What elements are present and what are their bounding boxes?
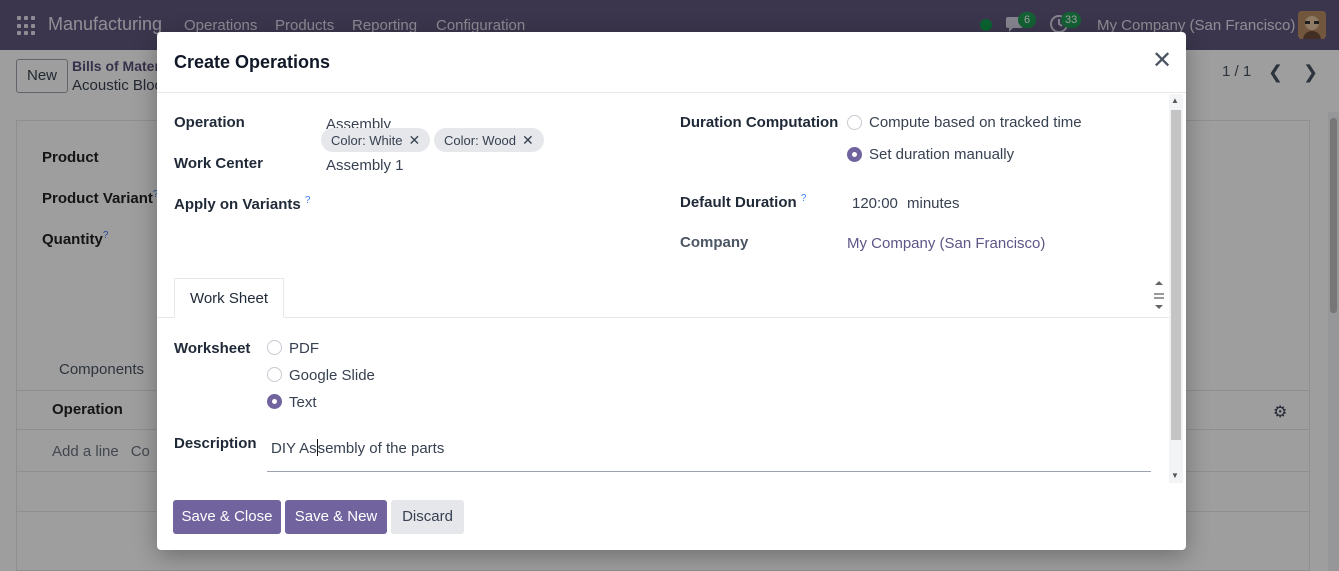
create-operations-dialog: Create Operations ✕ Operation Assembly W… xyxy=(157,32,1186,550)
duration-computation-label: Duration Computation xyxy=(680,114,839,131)
work-center-label: Work Center xyxy=(174,155,263,172)
save-new-button[interactable]: Save & New xyxy=(285,500,387,534)
discard-button[interactable]: Discard xyxy=(391,500,464,534)
variant-tag: Color: White ✕ xyxy=(321,128,431,152)
default-duration-input[interactable]: 120:00 xyxy=(852,195,898,212)
company-link[interactable]: My Company (San Francisco) xyxy=(847,235,1045,252)
dialog-body: Operation Assembly Work Center Assembly … xyxy=(157,94,1169,483)
scroll-down-icon[interactable]: ▼ xyxy=(1171,471,1179,480)
tab-bar-line xyxy=(157,317,1169,318)
tab-scroll-arrows-icon[interactable] xyxy=(1152,279,1166,315)
remove-tag-icon[interactable]: ✕ xyxy=(409,132,421,148)
radio-pdf-label[interactable]: PDF xyxy=(289,340,319,357)
help-icon[interactable]: ? xyxy=(305,195,311,206)
description-input[interactable]: DIY Assembly of the parts xyxy=(271,439,444,457)
apply-on-variants-label: Apply on Variants ? xyxy=(174,195,311,213)
duration-unit: minutes xyxy=(907,195,960,212)
remove-tag-icon[interactable]: ✕ xyxy=(522,132,534,148)
dialog-scrollbar[interactable]: ▲ ▼ xyxy=(1169,94,1183,483)
description-underline xyxy=(267,471,1151,472)
dialog-title: Create Operations xyxy=(174,52,331,72)
description-label: Description xyxy=(174,435,257,452)
save-close-button[interactable]: Save & Close xyxy=(173,500,281,534)
radio-text[interactable] xyxy=(267,394,282,409)
radio-pdf[interactable] xyxy=(267,340,282,355)
close-icon[interactable]: ✕ xyxy=(1151,49,1173,73)
radio-set-manually[interactable] xyxy=(847,147,862,162)
dialog-scrollbar-thumb[interactable] xyxy=(1171,110,1181,440)
radio-compute-tracked[interactable] xyxy=(847,115,862,130)
dialog-footer: Save & Close Save & New Discard xyxy=(157,483,1186,550)
radio-compute-tracked-label[interactable]: Compute based on tracked time xyxy=(869,114,1082,131)
variant-tag: Color: Wood ✕ xyxy=(434,128,544,152)
default-duration-label: Default Duration ? xyxy=(680,193,807,211)
radio-text-label[interactable]: Text xyxy=(289,394,317,411)
worksheet-label: Worksheet xyxy=(174,340,251,357)
work-center-select[interactable]: Assembly 1 xyxy=(326,157,404,174)
tab-work-sheet[interactable]: Work Sheet xyxy=(174,278,284,318)
help-icon[interactable]: ? xyxy=(801,193,807,204)
company-label: Company xyxy=(680,234,749,251)
operation-label: Operation xyxy=(174,114,245,131)
dialog-header: Create Operations ✕ xyxy=(157,32,1186,93)
radio-google-slide[interactable] xyxy=(267,367,282,382)
radio-google-slide-label[interactable]: Google Slide xyxy=(289,367,375,384)
radio-set-manually-label[interactable]: Set duration manually xyxy=(869,146,1014,163)
scroll-up-icon[interactable]: ▲ xyxy=(1171,96,1179,105)
